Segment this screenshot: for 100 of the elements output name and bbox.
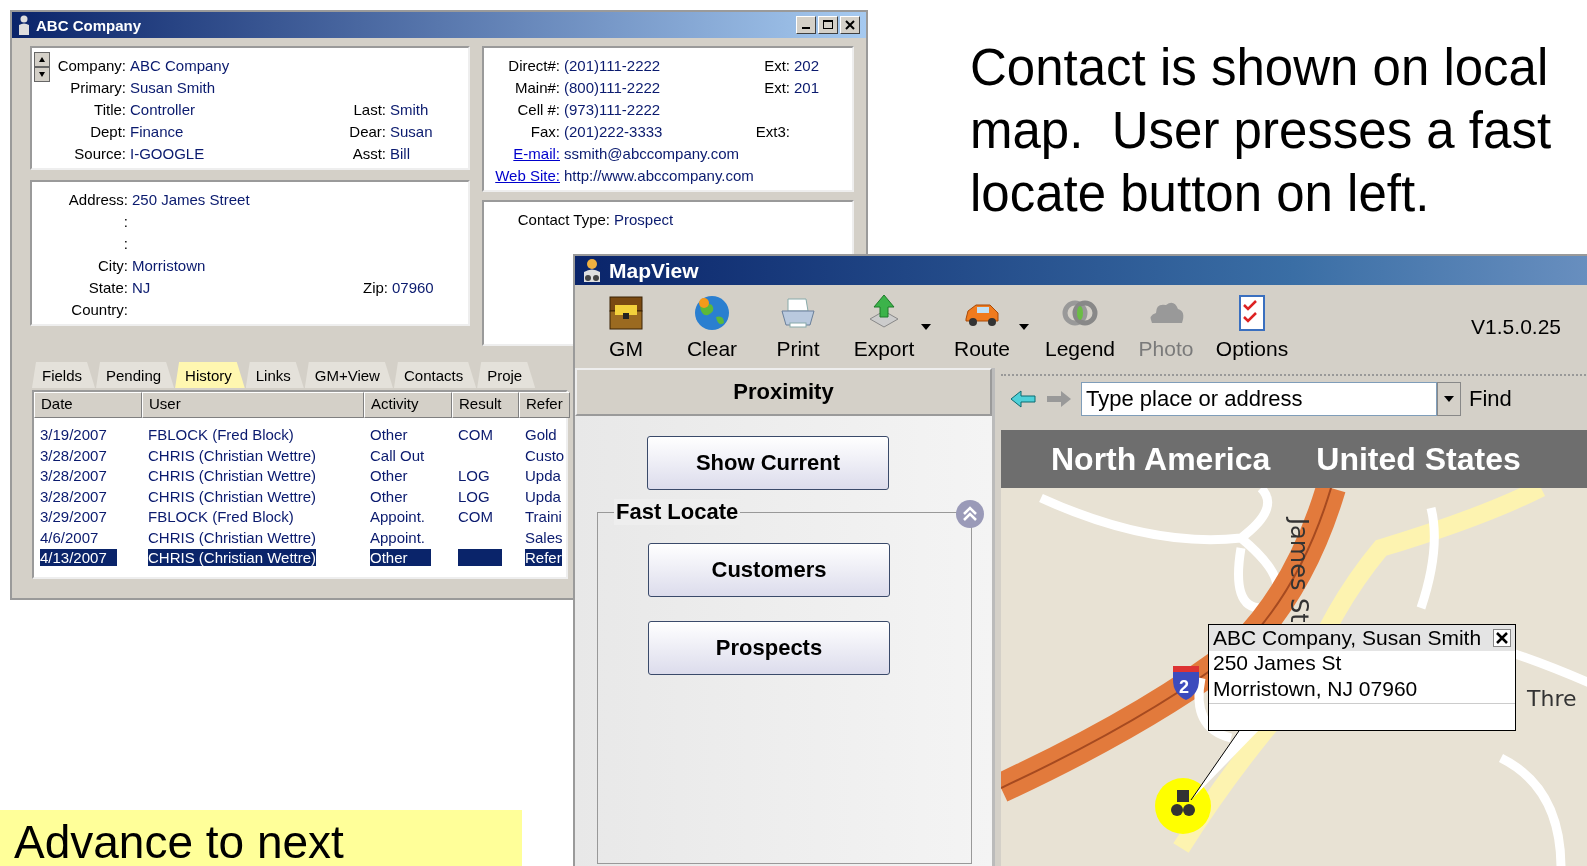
table-cell[interactable]: 3/28/2007 <box>40 467 107 484</box>
field-label: Cell #: <box>516 100 561 118</box>
field-label: : <box>122 234 129 252</box>
field-value: Morristown <box>132 256 207 274</box>
collapse-icon[interactable] <box>955 499 985 529</box>
field-value: Smith <box>390 100 430 118</box>
table-cell[interactable]: Traini <box>525 508 562 525</box>
table-cell[interactable]: 3/29/2007 <box>40 508 107 525</box>
popup-title: ABC Company, Susan Smith <box>1213 626 1482 650</box>
dropdown-button[interactable] <box>1437 382 1461 416</box>
table-cell[interactable]: Custo <box>525 446 565 464</box>
toolbar-button[interactable]: Print <box>755 292 841 361</box>
person-icon <box>581 257 603 284</box>
toolbar-button[interactable]: GM <box>583 292 669 361</box>
table-cell[interactable]: FBLOCK (Fred Block) <box>148 508 294 525</box>
table-cell[interactable] <box>458 549 502 566</box>
field-label: Dept: <box>89 122 127 140</box>
tab[interactable]: GM+View <box>304 362 393 388</box>
version-label: V1.5.0.25 <box>1471 314 1561 339</box>
field-value: Prospect <box>614 210 675 228</box>
toolbar-button[interactable]: Options <box>1209 292 1295 361</box>
locate-button[interactable]: Customers <box>648 543 890 597</box>
street-label: James St <box>1285 518 1313 623</box>
table-cell[interactable]: CHRIS (Christian Wettre) <box>148 487 317 505</box>
close-icon <box>845 20 855 30</box>
table-cell[interactable]: CHRIS (Christian Wettre) <box>148 528 317 546</box>
table-cell[interactable]: 4/13/2007 <box>40 549 117 566</box>
window-title: ABC Company <box>36 16 142 34</box>
breadcrumb-link[interactable]: United States <box>1316 440 1521 478</box>
field-value: 250 James Street <box>132 190 251 208</box>
popup-text: 250 James St <box>1212 651 1343 676</box>
tab[interactable]: Pending <box>96 362 175 388</box>
table-cell[interactable]: COM <box>458 508 493 525</box>
table-cell[interactable]: 3/28/2007 <box>40 487 107 505</box>
column-header[interactable]: Result <box>452 392 519 418</box>
field-value: Susan <box>390 122 434 140</box>
table-cell[interactable]: Call Out <box>370 446 425 464</box>
field-label: Source: <box>73 144 127 162</box>
popup-text: Morristown, NJ 07960 <box>1212 677 1419 702</box>
field-label: Last: <box>352 100 387 118</box>
show-current-button[interactable]: Show Current <box>647 436 889 490</box>
table-cell[interactable]: Other <box>370 467 408 484</box>
tab[interactable]: Proje <box>477 362 536 388</box>
table-cell[interactable]: Appoint. <box>370 528 426 546</box>
toolbar-button[interactable]: Route <box>939 292 1025 361</box>
table-cell[interactable]: Other <box>370 426 408 443</box>
table-cell[interactable]: Gold <box>525 426 557 443</box>
column-header[interactable]: Activity <box>364 392 452 418</box>
locate-button[interactable]: Prospects <box>648 621 890 675</box>
table-cell[interactable]: 4/6/2007 <box>40 528 99 546</box>
table-cell[interactable]: Other <box>370 549 431 566</box>
table-cell[interactable]: COM <box>458 426 493 443</box>
back-arrow-icon[interactable] <box>1009 389 1037 409</box>
field-value: http://www.abccompany.com <box>564 166 755 184</box>
caret-icon[interactable] <box>921 323 931 330</box>
minimize-button[interactable] <box>796 16 816 34</box>
find-button[interactable]: Find <box>1469 386 1512 412</box>
table-cell[interactable]: Sales <box>525 528 563 546</box>
table-cell[interactable]: CHRIS (Christian Wettre) <box>148 549 317 566</box>
table-cell[interactable]: FBLOCK (Fred Block) <box>148 426 294 443</box>
slide-caption: Contact is shown on local map. User presses a fast locate button on left. <box>970 38 1552 224</box>
table-cell[interactable]: LOG <box>458 467 490 484</box>
field-value: NJ <box>132 278 152 296</box>
close-button[interactable] <box>840 16 860 34</box>
maximize-button[interactable] <box>818 16 838 34</box>
tab[interactable]: Fields <box>32 362 95 388</box>
location-marker-icon[interactable] <box>1155 778 1211 834</box>
field-label: Title: <box>93 100 127 118</box>
table-cell[interactable]: Upda <box>525 487 561 505</box>
field-label: Ext3: <box>754 122 791 140</box>
tab[interactable]: Contacts <box>393 362 477 388</box>
column-header[interactable]: User <box>142 392 364 418</box>
caret-icon[interactable] <box>1019 323 1029 330</box>
search-field[interactable]: Type place or address <box>1081 382 1437 416</box>
table-cell[interactable]: 3/19/2007 <box>40 426 107 443</box>
field-value: (201)222-3333 <box>564 122 664 140</box>
column-header[interactable]: Refer <box>519 392 570 418</box>
table-cell[interactable]: CHRIS (Christian Wettre) <box>148 446 317 464</box>
table-cell[interactable]: Refer <box>525 549 562 566</box>
field-value: 202 <box>794 56 821 74</box>
tab[interactable]: Links <box>245 362 304 388</box>
table-cell[interactable]: CHRIS (Christian Wettre) <box>148 467 317 484</box>
tab[interactable]: History <box>175 362 245 388</box>
breadcrumb-link[interactable]: North America <box>1051 440 1271 478</box>
table-cell[interactable]: LOG <box>458 487 490 505</box>
table-cell[interactable]: Other <box>370 487 408 505</box>
field-value: Susan Smith <box>130 78 217 96</box>
column-header[interactable]: Date <box>34 392 142 418</box>
spinner-icon[interactable] <box>34 52 50 82</box>
table-cell[interactable]: Appoint. <box>370 508 426 525</box>
table-cell[interactable]: Upda <box>525 467 561 484</box>
toolbar-button[interactable]: Legend <box>1037 292 1123 361</box>
table-cell[interactable]: 3/28/2007 <box>40 446 107 464</box>
field-link[interactable]: Web Site: <box>488 166 564 184</box>
toolbar-button[interactable]: Export <box>841 292 927 361</box>
field-value: (973)111-2222 <box>564 100 662 118</box>
note-text: Advance to next <box>14 816 344 866</box>
toolbar-button[interactable]: Clear <box>669 292 755 361</box>
close-icon[interactable] <box>1493 629 1511 647</box>
field-link[interactable]: E-mail: <box>488 144 564 162</box>
